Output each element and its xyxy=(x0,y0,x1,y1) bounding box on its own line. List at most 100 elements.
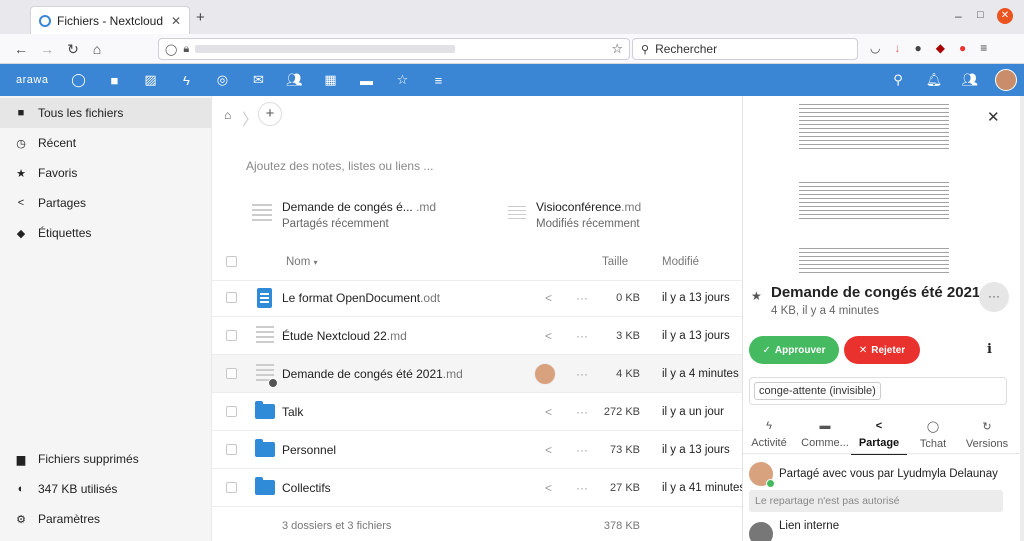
activity-icon[interactable]: ϟ xyxy=(168,64,204,96)
maximize-icon[interactable]: □ xyxy=(977,9,984,21)
scrollbar[interactable] xyxy=(1020,96,1024,541)
bookmark-star-icon[interactable]: ☆ xyxy=(611,41,623,57)
table-row[interactable]: Personnel < ··· 73 KB il y a 13 jours xyxy=(212,431,742,469)
pocket-icon[interactable]: ◡ xyxy=(870,41,880,55)
close-icon[interactable]: ✕ xyxy=(987,108,1000,126)
tab-versions[interactable]: ↻ Versions xyxy=(959,420,1015,450)
ublock-icon[interactable]: ◆ xyxy=(936,41,945,55)
lock-icon[interactable]: 🔒︎ xyxy=(183,43,189,56)
reload-icon[interactable]: ↻ xyxy=(62,38,84,60)
share-icon[interactable]: < xyxy=(545,481,552,495)
column-name-header[interactable]: Nom ▾ xyxy=(286,256,318,268)
download-icon[interactable]: ↓ xyxy=(894,41,900,55)
row-checkbox[interactable] xyxy=(226,292,237,303)
new-button[interactable]: + xyxy=(258,102,282,126)
tags-field[interactable]: conge-attente (invisible) xyxy=(749,377,1007,405)
sidebar-item-favorites[interactable]: ★ Favoris xyxy=(0,158,212,188)
row-checkbox[interactable] xyxy=(226,406,237,417)
close-tab-icon[interactable]: ✕ xyxy=(171,14,181,28)
sidebar-item-shares[interactable]: < Partages xyxy=(0,188,212,218)
folder-icon: ■ xyxy=(17,107,25,119)
mail-icon[interactable]: ✉ xyxy=(240,64,276,96)
more-actions-icon[interactable]: ··· xyxy=(576,367,588,381)
info-icon[interactable]: i xyxy=(987,342,992,357)
internal-link-label[interactable]: Lien interne xyxy=(779,520,839,532)
extension-icon[interactable]: ● xyxy=(914,41,921,55)
tag-chip[interactable]: conge-attente (invisible) xyxy=(754,382,881,400)
share-icon[interactable]: < xyxy=(545,405,552,419)
file-modified: il y a 13 jours xyxy=(662,291,730,304)
sidebar-item-recent[interactable]: ◷ Récent xyxy=(0,128,212,158)
search-icon[interactable]: ⚲ xyxy=(880,64,916,96)
home-breadcrumb-icon[interactable]: ⌂ xyxy=(224,108,231,122)
file-actions-menu-icon[interactable]: ··· xyxy=(979,282,1009,312)
sidebar-item-deleted-files[interactable]: ▆ Fichiers supprimés xyxy=(0,444,212,474)
more-actions-icon[interactable]: ··· xyxy=(576,405,588,419)
notifications-bell-icon[interactable]: 🔔︎ xyxy=(916,64,952,96)
reject-button[interactable]: ✕ Rejeter xyxy=(844,336,920,364)
logo[interactable]: arawa xyxy=(0,74,60,86)
notes-placeholder[interactable]: Ajoutez des notes, listes ou liens ... xyxy=(246,159,433,173)
tab-activity[interactable]: ϟ Activité xyxy=(741,420,797,449)
table-row[interactable]: Talk < ··· 272 KB il y a un jour xyxy=(212,393,742,431)
contacts-menu-icon[interactable]: 👥︎ xyxy=(952,64,988,96)
minimize-icon[interactable]: – xyxy=(955,9,962,23)
user-avatar[interactable] xyxy=(988,64,1024,96)
notes-icon[interactable]: ≡ xyxy=(420,64,456,96)
recent-file-card-2[interactable]: Visioconférence.md Modifiés récemment xyxy=(508,200,641,230)
table-row[interactable]: Demande de congés été 2021.md ··· 4 KB i… xyxy=(212,355,742,393)
files-folder-icon[interactable]: ■ xyxy=(96,64,132,96)
sharer-avatar[interactable] xyxy=(534,362,556,385)
sidebar-item-settings[interactable]: ⚙ Paramètres xyxy=(0,504,212,534)
contacts-icon[interactable]: 👥︎ xyxy=(276,64,312,96)
deck-icon[interactable]: ▬ xyxy=(348,64,384,96)
more-actions-icon[interactable]: ··· xyxy=(576,443,588,457)
menu-icon[interactable]: ≡ xyxy=(980,41,987,55)
table-row[interactable]: Collectifs < ··· 27 KB il y a 41 minutes xyxy=(212,469,745,507)
tab-list-icon[interactable] xyxy=(8,10,22,24)
new-tab-icon[interactable]: + xyxy=(196,9,205,26)
row-checkbox[interactable] xyxy=(226,482,237,493)
browser-tab[interactable]: Fichiers - Nextcloud ✕ xyxy=(30,6,190,34)
url-bar[interactable]: ◯ 🔒︎ ☆ xyxy=(158,38,630,60)
table-row[interactable]: Étude Nextcloud 22.md < ··· 3 KB il y a … xyxy=(212,317,742,355)
table-row[interactable]: Le format OpenDocument.odt < ··· 0 KB il… xyxy=(212,279,742,317)
sidebar-item-all-files[interactable]: ■ Tous les fichiers xyxy=(0,98,212,128)
share-icon[interactable]: < xyxy=(545,443,552,457)
approve-button[interactable]: ✓ Approuver xyxy=(749,336,839,364)
back-icon[interactable]: ← xyxy=(10,38,32,60)
select-all-checkbox[interactable] xyxy=(226,256,237,267)
more-actions-icon[interactable]: ··· xyxy=(576,329,588,343)
shield-icon[interactable]: ◯ xyxy=(165,43,177,56)
close-window-icon[interactable]: ✕ xyxy=(997,8,1013,24)
browser-search-box[interactable]: ⚲ Rechercher xyxy=(632,38,858,60)
more-actions-icon[interactable]: ··· xyxy=(576,481,588,495)
share-icon[interactable]: < xyxy=(545,329,552,343)
forward-icon[interactable]: → xyxy=(36,38,58,60)
talk-icon[interactable]: ◎ xyxy=(204,64,240,96)
home-icon[interactable]: ⌂ xyxy=(86,38,108,60)
column-modified-header[interactable]: Modifié xyxy=(662,256,699,268)
file-size: 4 KB xyxy=(616,367,640,380)
calendar-icon[interactable]: ▦ xyxy=(312,64,348,96)
sidebar-quota[interactable]: ◐ 347 KB utilisés xyxy=(0,474,212,504)
favorite-star-icon[interactable]: ★ xyxy=(751,289,762,303)
row-checkbox[interactable] xyxy=(226,368,237,379)
share-icon[interactable]: < xyxy=(545,291,552,305)
sidebar-item-tags[interactable]: ◆ Étiquettes xyxy=(0,218,212,248)
column-size-header[interactable]: Taille xyxy=(602,256,628,268)
sidebar-item-label: Favoris xyxy=(38,166,78,180)
tab-comments[interactable]: ▬ Comme... xyxy=(797,420,853,449)
check-icon: ✓ xyxy=(762,344,771,356)
tab-sharing[interactable]: < Partage xyxy=(851,420,907,455)
file-modified: il y a 4 minutes xyxy=(662,367,739,380)
dashboard-icon[interactable]: ◯ xyxy=(60,64,96,96)
star-icon[interactable]: ☆ xyxy=(384,64,420,96)
tab-chat[interactable]: ◯ Tchat xyxy=(905,420,961,450)
row-checkbox[interactable] xyxy=(226,330,237,341)
photos-image-icon[interactable]: ▨ xyxy=(132,64,168,96)
adblock-icon[interactable]: ● xyxy=(959,41,966,55)
more-actions-icon[interactable]: ··· xyxy=(576,291,588,305)
recent-file-card-1[interactable]: Demande de congés é... .md Partagés réce… xyxy=(252,200,436,230)
row-checkbox[interactable] xyxy=(226,444,237,455)
